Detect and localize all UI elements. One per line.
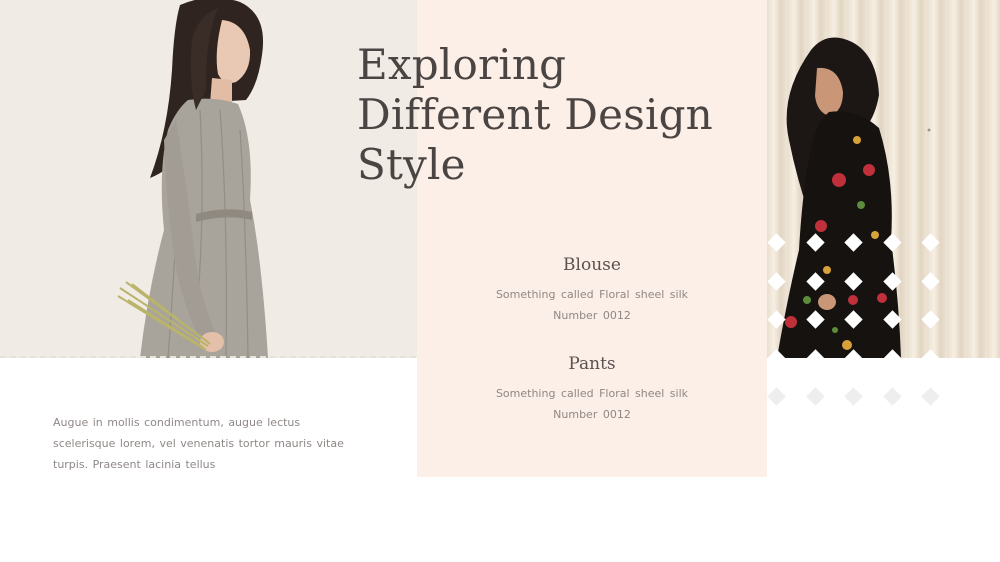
diamond-pattern bbox=[767, 232, 957, 412]
diamond-shape bbox=[805, 348, 825, 368]
diamond-shape bbox=[882, 271, 902, 291]
diamond-shape bbox=[844, 387, 863, 406]
diamond-shape bbox=[882, 310, 902, 329]
product-item-blouse: Blouse Something called Floral sheel sil… bbox=[417, 255, 767, 326]
diamond-shape bbox=[844, 310, 863, 329]
diamond-shape bbox=[767, 271, 786, 291]
diamond-shape bbox=[767, 310, 786, 329]
diamond-shape bbox=[767, 233, 786, 252]
slide-title: Exploring Different Design Style bbox=[357, 40, 713, 189]
diamond-shape bbox=[767, 387, 786, 406]
product-title: Blouse bbox=[563, 255, 621, 275]
product-number: Number 0012 bbox=[553, 408, 631, 421]
diamond-shape bbox=[805, 271, 825, 291]
body-paragraph: Augue in mollis condimentum, augue lectu… bbox=[53, 416, 344, 471]
diamond-shape bbox=[921, 310, 940, 329]
diamond-shape bbox=[921, 348, 940, 368]
diamond-shape bbox=[882, 233, 902, 252]
diamond-shape bbox=[844, 348, 863, 368]
diamond-shape bbox=[844, 233, 863, 252]
product-item-pants: Pants Something called Floral sheel silk… bbox=[417, 354, 767, 425]
product-description: Something called Floral sheel silk bbox=[495, 288, 689, 301]
woman-gray-dress-illustration bbox=[117, 0, 268, 358]
diamond-shape bbox=[882, 387, 902, 406]
product-title: Pants bbox=[568, 354, 616, 374]
diamond-shape bbox=[767, 348, 786, 368]
diamond-shape bbox=[805, 233, 825, 252]
product-number: Number 0012 bbox=[553, 309, 631, 322]
diamond-shape bbox=[921, 387, 940, 406]
diamond-shape bbox=[805, 387, 825, 406]
diamond-shape bbox=[844, 271, 863, 291]
diamond-shape bbox=[882, 348, 902, 368]
diamond-shape bbox=[921, 271, 940, 291]
diamond-shape bbox=[921, 233, 940, 252]
diamond-shape bbox=[805, 310, 825, 329]
presentation-slide: Exploring Different Design Style Blouse … bbox=[0, 0, 1000, 562]
left-photo bbox=[0, 0, 417, 358]
product-description: Something called Floral sheel silk bbox=[495, 387, 689, 400]
